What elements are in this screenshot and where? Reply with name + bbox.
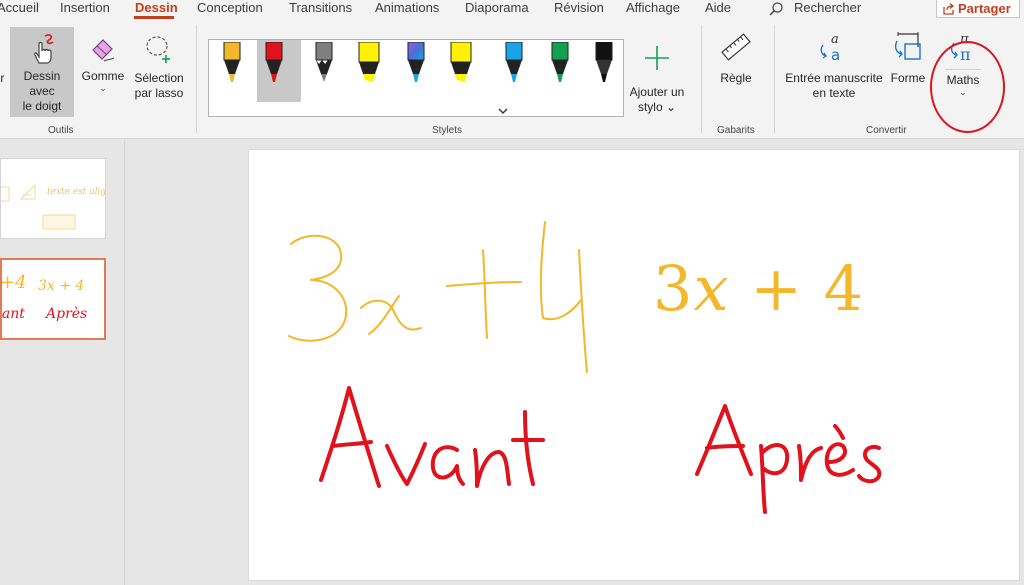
lasso-icon [146, 36, 170, 63]
ink-to-math-icon: π π [950, 32, 971, 64]
share-label: Partager [958, 1, 1011, 16]
thumbnail-2-avant: vant [1, 306, 25, 322]
draw-finger-label-2: le doigt [22, 99, 62, 113]
draw-finger-label-1: Dessin avec [23, 69, 61, 98]
highlighter-yellow-2[interactable] [443, 40, 477, 102]
plus-icon [645, 46, 669, 70]
thumbnail-1-text: texte est aligné [47, 187, 106, 197]
slide-canvas[interactable]: 3x + 4 [248, 149, 1020, 581]
tab-animations[interactable]: Animations [375, 0, 439, 16]
group-label-gabarits: Gabarits [717, 125, 755, 136]
tab-accueil[interactable]: Accueil [0, 0, 39, 16]
draw-with-finger-button[interactable]: Dessin avec le doigt [10, 27, 74, 117]
ink-to-math-button[interactable]: π π Maths ⌄ [940, 29, 986, 97]
ribbon-separator [701, 25, 702, 133]
tab-insertion[interactable]: Insertion [60, 0, 110, 16]
share-button[interactable]: Partager [936, 0, 1020, 18]
ribbon: er Dessin avec le doigt Gomme ⌄ Sélectio… [0, 19, 1024, 139]
ink-label-apres [695, 404, 882, 514]
pen-green[interactable] [543, 40, 577, 102]
highlighter-yellow-1[interactable] [351, 40, 385, 102]
pen-galaxy[interactable] [399, 40, 433, 102]
add-pen-label-2-text: stylo [637, 100, 663, 114]
add-pen-button[interactable]: Ajouter un stylo ⌄ [626, 39, 688, 115]
lasso-label-2: par lasso [134, 86, 184, 100]
math-divider [945, 69, 981, 70]
lasso-label-1: Sélection [134, 71, 184, 85]
slide-thumbnail-1[interactable]: texte est aligné [0, 158, 106, 239]
ribbon-separator [196, 25, 197, 133]
ink-to-text-label-2: en texte [812, 86, 856, 100]
draw-button-partial[interactable]: er [0, 71, 6, 86]
tab-dessin[interactable]: Dessin [135, 0, 178, 16]
thumbnail-1-preview [1, 183, 76, 230]
group-label-stylets: Stylets [432, 125, 463, 136]
lasso-select-button[interactable]: Sélection par lasso [130, 29, 188, 101]
shape-label: Forme [890, 71, 926, 85]
slide-thumbnails-pane[interactable]: texte est aligné +4 3x + 4 vant Après [0, 140, 125, 585]
pen-icon [223, 42, 241, 82]
highlighter-icon [358, 42, 380, 82]
pen-blue[interactable] [497, 40, 531, 102]
share-icon [943, 3, 955, 15]
draw-button-partial-label: er [0, 71, 5, 85]
pen-yellow[interactable] [215, 40, 249, 102]
ink-to-text-label-1: Entrée manuscrite [785, 71, 883, 85]
add-pen-label-2: stylo ⌄ [637, 100, 677, 114]
thumbnail-2-ink: +4 [0, 272, 27, 293]
pen-icon [505, 42, 523, 82]
tab-aide[interactable]: Aide [705, 0, 731, 16]
pen-gallery[interactable] [208, 39, 624, 117]
eraser-button[interactable]: Gomme ⌄ [78, 29, 128, 93]
search-icon[interactable] [768, 1, 784, 17]
tab-diaporama[interactable]: Diaporama [465, 0, 529, 16]
ribbon-separator [774, 25, 775, 133]
slide-thumbnail-2-selected[interactable]: +4 3x + 4 vant Après [0, 258, 106, 340]
svg-text:π: π [960, 45, 971, 64]
add-pen-label-1: Ajouter un [629, 85, 685, 99]
ruler-button[interactable]: Règle [712, 29, 760, 86]
touch-draw-icon [34, 34, 54, 64]
ink-to-shape-icon [894, 32, 921, 60]
ink-to-shape-button[interactable]: Forme [886, 29, 930, 86]
pencil-gray[interactable] [307, 40, 341, 102]
svg-text:a: a [831, 32, 839, 47]
ruler-icon [721, 33, 751, 61]
chevron-down-icon[interactable] [497, 106, 509, 116]
pencil-icon [315, 42, 333, 82]
highlighter-icon [450, 42, 472, 82]
group-label-outils: Outils [48, 125, 74, 136]
ink-to-text-icon: a a [820, 32, 840, 64]
pen-icon [551, 42, 569, 82]
ruler-label: Règle [720, 71, 752, 85]
math-label: Maths [946, 73, 980, 87]
group-label-convertir: Convertir [866, 125, 907, 136]
svg-text:a: a [831, 46, 840, 64]
tab-affichage[interactable]: Affichage [626, 0, 680, 16]
tab-conception[interactable]: Conception [197, 0, 263, 16]
pen-black[interactable] [587, 40, 621, 102]
eraser-icon [92, 39, 115, 62]
thumbnail-2-apres: Après [46, 306, 88, 322]
menu-bar: Accueil Insertion Dessin Conception Tran… [0, 0, 1024, 19]
chevron-down-icon: ⌄ [99, 83, 107, 93]
pen-icon [265, 42, 283, 82]
pen-red-selected[interactable] [257, 40, 301, 102]
eraser-label: Gomme [81, 69, 125, 83]
chevron-down-icon: ⌄ [959, 87, 967, 97]
pen-icon [407, 42, 425, 82]
tab-revision[interactable]: Révision [554, 0, 604, 16]
pen-icon [595, 42, 613, 82]
tab-transitions[interactable]: Transitions [289, 0, 352, 16]
thumbnail-2-math: 3x + 4 [38, 278, 85, 294]
search-label[interactable]: Rechercher [794, 0, 861, 16]
ink-to-text-button[interactable]: a a Entrée manuscrite en texte [785, 29, 883, 101]
